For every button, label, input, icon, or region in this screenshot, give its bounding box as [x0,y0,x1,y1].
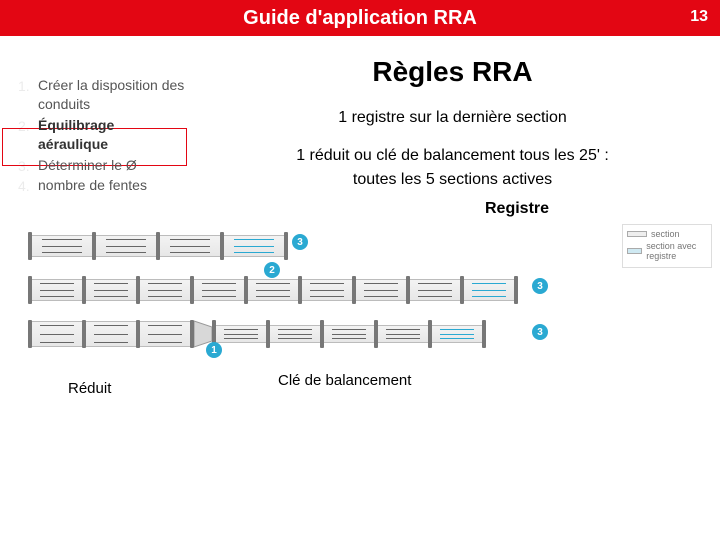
slide-header: Guide d'application RRA 13 [0,0,720,36]
legend-b: section avec registre [646,241,707,261]
rules-heading: Règles RRA [195,56,710,88]
marker-3a: 3 [292,234,308,250]
duct-row-3: 1 3 [28,318,588,350]
marker-3c: 3 [532,324,548,340]
rule-2b: toutes les 5 sections actives [195,168,710,192]
bottom-labels: Réduit Clé de balancement [28,362,710,402]
duct-diagram: section section avec registre 3 2 3 [0,224,720,402]
label-registre: Registre [485,200,710,218]
page-number: 13 [690,8,708,26]
rule-2a: 1 réduit ou clé de balancement tous les … [195,144,710,168]
main-panel: Règles RRA 1 registre sur la dernière se… [195,46,720,224]
step-num-2: 2. [18,118,38,134]
header-title: Guide d'application RRA [243,7,477,30]
step-num-1: 1. [18,78,38,94]
marker-3b: 3 [532,278,548,294]
legend-box: section section avec registre [622,224,712,268]
sidebar-steps: 1. Créer la disposition des conduits 2. … [0,46,195,224]
marker-2: 2 [264,262,280,278]
legend-a: section [651,229,680,239]
step-num-3: 3. [18,158,38,174]
label-reduit: Réduit [68,380,111,397]
duct-row-2: 2 3 [28,274,588,306]
content-area: 1. Créer la disposition des conduits 2. … [0,36,720,224]
step-num-4: 4. [18,178,38,194]
label-cle: Clé de balancement [278,372,411,389]
duct-row-1: 3 [28,230,588,262]
rule-1: 1 registre sur la dernière section [195,106,710,130]
marker-1: 1 [206,342,222,358]
rules-text: 1 registre sur la dernière section 1 réd… [195,106,710,192]
